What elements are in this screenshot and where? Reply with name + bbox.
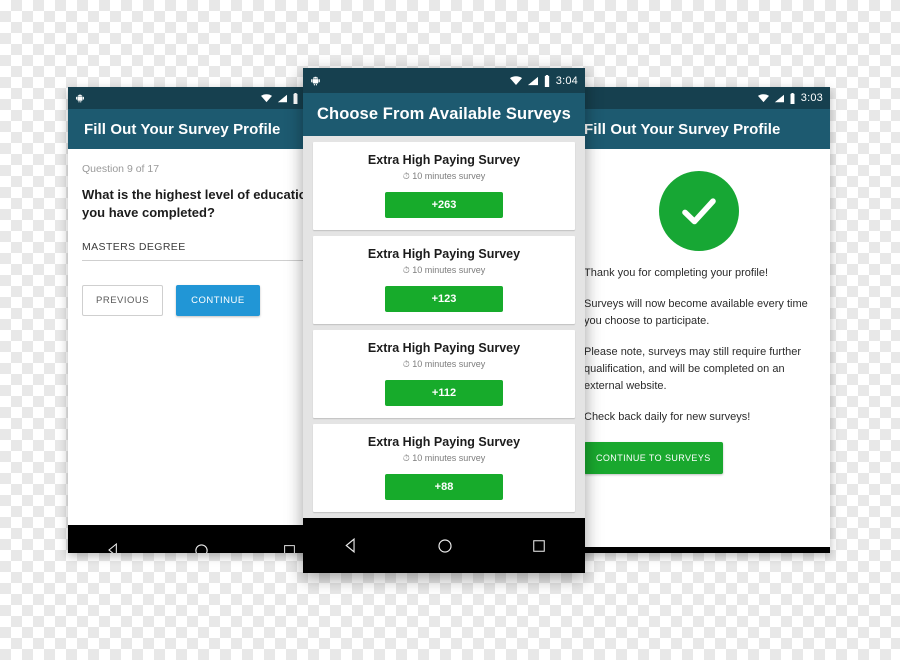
survey-card[interactable]: Extra High Paying Survey ⏱ 10 minutes su… [313, 236, 575, 324]
survey-title: Extra High Paying Survey [367, 435, 521, 449]
survey-points-badge[interactable]: +263 [385, 192, 503, 218]
survey-duration-text: 10 minutes survey [412, 265, 486, 275]
survey-duration-text: 10 minutes survey [412, 171, 486, 181]
survey-card[interactable]: Extra High Paying Survey ⏱ 10 minutes su… [313, 424, 575, 512]
survey-title: Extra High Paying Survey [367, 153, 521, 167]
survey-title: Extra High Paying Survey [367, 341, 521, 355]
question-text: What is the highest level of education y… [82, 187, 315, 220]
continue-to-surveys-button[interactable]: CONTINUE TO SURVEYS [584, 442, 723, 475]
confirmation-paragraph-3: Please note, surveys may still require f… [584, 346, 802, 393]
clock-icon: ⏱ [402, 359, 410, 369]
wifi-icon [509, 75, 522, 85]
survey-list[interactable]: Extra High Paying Survey ⏱ 10 minutes su… [303, 136, 585, 518]
survey-duration: ⏱ 10 minutes survey [323, 171, 565, 182]
previous-button[interactable]: PREVIOUS [82, 285, 164, 317]
signal-icon [277, 94, 287, 102]
app-bar-right: Fill Out Your Survey Profile [568, 109, 830, 149]
survey-question-body: Question 9 of 17 What is the highest lev… [68, 149, 333, 525]
survey-duration: ⏱ 10 minutes survey [323, 453, 565, 464]
confirmation-paragraph-1: Thank you for completing your profile! [584, 267, 769, 279]
nav-bar-center [303, 518, 585, 573]
wifi-icon [757, 93, 769, 102]
app-bar-left: Fill Out Your Survey Profile [68, 109, 333, 149]
home-icon[interactable] [437, 538, 453, 554]
survey-duration: ⏱ 10 minutes survey [323, 359, 565, 370]
nav-bar-right [568, 547, 830, 553]
status-bar-clock-center: 3:04 [555, 74, 578, 87]
battery-icon [544, 74, 549, 87]
clock-icon: ⏱ [402, 171, 410, 181]
recents-icon[interactable] [532, 539, 546, 553]
survey-title: Extra High Paying Survey [367, 247, 521, 261]
survey-duration-text: 10 minutes survey [412, 453, 486, 463]
question-counter: Question 9 of 17 [82, 163, 160, 175]
survey-points-badge[interactable]: +88 [385, 474, 503, 500]
signal-icon [527, 76, 538, 85]
status-bar-left-icons-center [310, 75, 321, 86]
confirmation-paragraph-2: Surveys will now become available every … [584, 298, 808, 328]
page-title-center: Choose From Available Surveys [317, 105, 571, 123]
phone-center-available-surveys: 3:04 Choose From Available Surveys Extra… [303, 68, 585, 573]
survey-points-badge[interactable]: +112 [385, 380, 503, 406]
status-bar-right-icons-center: 3:04 [509, 74, 578, 87]
page-title-left: Fill Out Your Survey Profile [84, 120, 281, 138]
status-bar-center: 3:04 [303, 68, 585, 93]
android-robot-icon [311, 76, 320, 86]
check-mark-icon [682, 198, 716, 225]
android-robot-icon [76, 94, 84, 103]
clock-icon: ⏱ [402, 453, 410, 463]
page-title-right: Fill Out Your Survey Profile [584, 120, 781, 138]
green-check-circle-icon [659, 171, 739, 251]
survey-points-badge[interactable]: +123 [385, 286, 503, 312]
survey-duration-text: 10 minutes survey [412, 359, 486, 369]
phone-right-profile-complete: 3:03 Fill Out Your Survey Profile Thank … [568, 87, 830, 553]
answer-select[interactable]: MASTERS DEGREE [82, 241, 319, 262]
status-bar-clock-right: 3:03 [800, 92, 823, 104]
recents-icon[interactable] [283, 544, 296, 554]
question-button-row: PREVIOUS CONTINUE [82, 285, 319, 317]
phone-left-survey-question: 3:04 Fill Out Your Survey Profile Questi… [68, 87, 333, 553]
profile-complete-body: Thank you for completing your profile! S… [568, 171, 830, 547]
status-bar-right: 3:03 [568, 87, 830, 109]
back-icon[interactable] [105, 542, 121, 553]
status-bar-left-icons [75, 93, 85, 103]
home-icon[interactable] [194, 543, 209, 554]
survey-card[interactable]: Extra High Paying Survey ⏱ 10 minutes su… [313, 330, 575, 418]
survey-duration: ⏱ 10 minutes survey [323, 265, 565, 276]
back-icon[interactable] [342, 537, 359, 554]
clock-icon: ⏱ [402, 265, 410, 275]
battery-icon [790, 92, 795, 104]
status-bar-right-icons-right: 3:03 [757, 92, 823, 104]
answer-value: MASTERS DEGREE [82, 241, 186, 254]
status-bar-left: 3:04 [68, 87, 333, 109]
survey-card[interactable]: Extra High Paying Survey ⏱ 10 minutes su… [313, 142, 575, 230]
signal-icon [774, 94, 784, 102]
continue-button[interactable]: CONTINUE [176, 285, 260, 317]
confirmation-paragraph-4: Check back daily for new surveys! [584, 411, 751, 424]
wifi-icon [260, 93, 272, 102]
app-bar-center: Choose From Available Surveys [303, 93, 585, 136]
screenshot-stage: 3:04 Fill Out Your Survey Profile Questi… [0, 0, 900, 660]
battery-icon [293, 92, 298, 104]
nav-bar-left [68, 525, 333, 553]
